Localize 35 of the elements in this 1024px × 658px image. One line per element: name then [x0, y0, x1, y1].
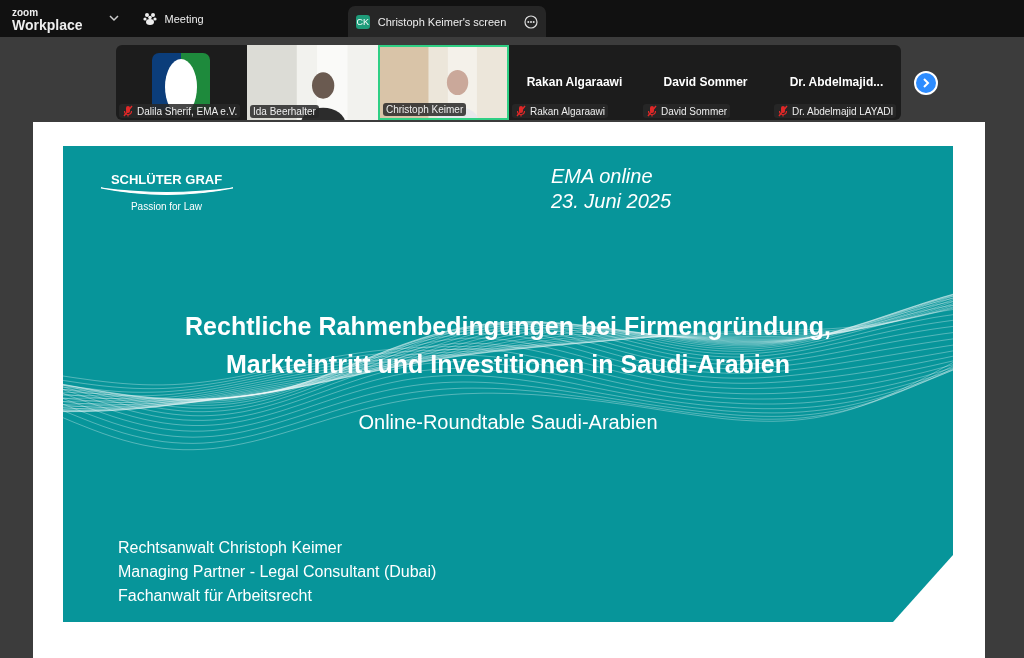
presenter-info: Rechtsanwalt Christoph Keimer [118, 538, 344, 558]
chevron-down-icon[interactable] [108, 15, 119, 22]
more-icon[interactable] [523, 14, 538, 29]
participant-display-name: Rakan Algaraawi [525, 75, 624, 89]
company-tagline: Passion for Law [130, 201, 203, 212]
company-name: SCHLÜTER GRAF [110, 172, 223, 187]
participant-tile[interactable]: David Sommer David Sommer [640, 45, 771, 120]
share-tab[interactable]: CK Christoph Keimer's screen [347, 6, 546, 37]
participant-tile[interactable]: Dr. Abdelmajid... Dr. Abdelmajid LAYADI [771, 45, 901, 120]
tab-title: Christoph Keimer's screen [377, 15, 508, 28]
brand-name: zoom [12, 7, 40, 18]
participant-tile[interactable]: Christoph Keimer [378, 45, 509, 120]
participant-tile[interactable]: Rakan Algaraawi Rakan Algaraawi [509, 45, 640, 120]
meeting-menu[interactable]: Meeting [142, 12, 204, 25]
participant-name-label: Dalila Sherif, EMA e.V. [119, 104, 241, 118]
product-name: Workplace [12, 17, 83, 32]
participant-name-label: Dr. Abdelmajid LAYADI [774, 104, 897, 118]
slide-subtitle: Online-Roundtable Saudi-Arabien [357, 411, 659, 434]
event-date: 23. Juni 2025 [551, 189, 672, 214]
participant-display-name: David Sommer [662, 75, 749, 89]
swoosh-icon [99, 187, 234, 197]
people-icon [142, 12, 157, 25]
participant-name-label: Christoph Keimer [383, 103, 467, 116]
event-name: EMA online [551, 164, 654, 189]
presenter-info: Fachanwalt für Arbeitsrecht [118, 586, 313, 606]
chevron-right-icon [922, 77, 930, 88]
participant-tile[interactable]: Ida Beerhalter [247, 45, 378, 120]
participant-tile[interactable]: Dalila Sherif, EMA e.V. [116, 45, 247, 120]
presenter-info: Managing Partner - Legal Consultant (Dubai) [118, 562, 438, 582]
participant-display-name: Dr. Abdelmajid... [788, 75, 885, 89]
participant-name-label: David Sommer [643, 104, 731, 118]
initials-avatar: CK [355, 14, 370, 29]
next-page-button[interactable] [914, 70, 938, 95]
participant-name-label: Rakan Algaraawi [512, 104, 609, 118]
participant-name-label: Ida Beerhalter [250, 105, 319, 118]
